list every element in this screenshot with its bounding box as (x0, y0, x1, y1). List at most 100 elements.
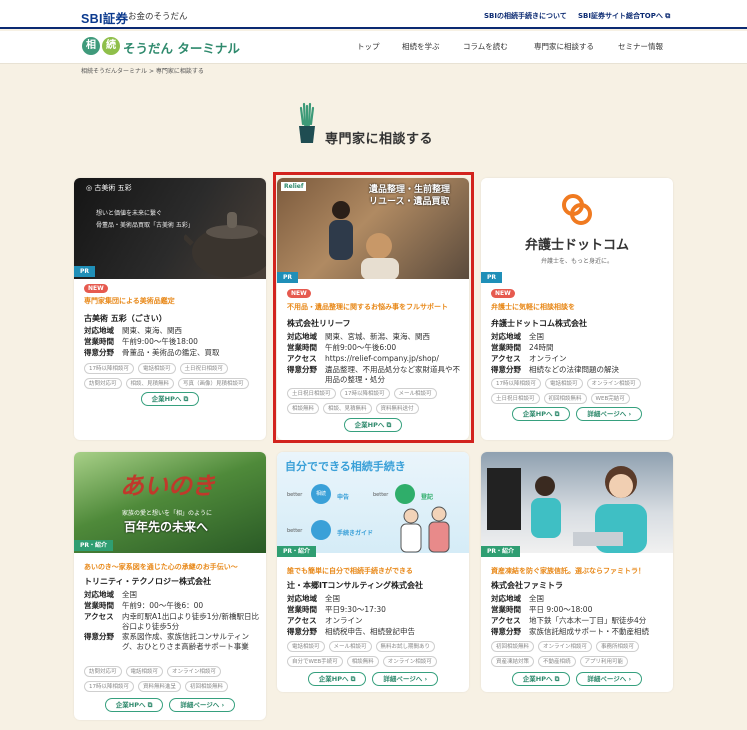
external-link-icon: ⧉ (183, 395, 189, 403)
thumb-line-1: 想いと価値を未来に繋ぐ (96, 210, 163, 217)
tag: 電話相談可 (545, 378, 583, 389)
tag: 電話相談可 (138, 363, 176, 374)
expert-card-ainoki[interactable]: あいのき 家族の愛と想いを「相」のように 百年先の未来へ PR・紹介 あいのき〜… (74, 452, 266, 720)
card-thumbnail[interactable]: 弁護士ドットコム 弁護士を、もっと身近に。 (481, 178, 673, 279)
card-title[interactable]: 資産凍結を防ぐ家族信託。選ぶならファミトラ！ (491, 566, 667, 576)
external-link-icon: ⧉ (147, 701, 153, 709)
tag: メール相談可 (328, 641, 372, 652)
company-hp-button[interactable]: 企業HPへ ⧉ (511, 407, 571, 421)
tag: オンライン相談可 (538, 641, 593, 652)
sbi-top-link[interactable]: SBI証券サイト総合TOPへ ⧉ (578, 11, 670, 21)
detail-page-button[interactable]: 詳細ページへ › (372, 672, 439, 686)
ainoki-logo: あいのき (120, 471, 216, 500)
info-access: アクセス 地下鉄「六本木一丁目」駅徒歩4分 (491, 616, 647, 625)
tag: 資料無料進呈 (138, 681, 182, 692)
tag: 資産凍結対策 (491, 656, 535, 667)
chevron-right-icon: › (424, 675, 428, 683)
card-title[interactable]: 専門家集団による美術品鑑定 (84, 296, 260, 306)
thumb-line-1: 家族の愛と想いを「相」のように (122, 510, 213, 517)
info-access: アクセス オンライン (287, 616, 363, 625)
tag: オンライン相談可 (586, 378, 641, 389)
tag: 訪問対応可 (84, 378, 122, 389)
company-hp-button[interactable]: 企業HPへ ⧉ (140, 392, 200, 406)
expert-card-bengo4[interactable]: 弁護士ドットコム 弁護士を、もっと身近に。 PR NEW 弁護士に気軽に相談相談… (481, 178, 673, 440)
new-badge: NEW (84, 284, 108, 293)
pr-badge: PR (74, 266, 96, 277)
detail-page-button[interactable]: 詳細ページへ › (169, 698, 236, 712)
logo-circle-2[interactable]: 続 (102, 37, 120, 55)
thumb-line-2: 骨董品・美術品買取「古美術 五彩」 (96, 222, 194, 229)
tag: 17時以降相談可 (84, 681, 134, 692)
nav-seminar[interactable]: セミナー情報 (618, 41, 663, 52)
company-hp-button[interactable]: 企業HPへ ⧉ (307, 672, 367, 686)
info-area: 対応地域 関東、東海、関西 (84, 326, 182, 335)
tag: 初回相談無料 (185, 681, 229, 692)
nav-learn[interactable]: 相続を学ぶ (402, 41, 440, 52)
card-thumbnail[interactable]: 自分でできる相続手続き better 相続 申告 better 登記 bette… (277, 452, 469, 553)
tag: 電話相談可 (287, 641, 325, 652)
nav-consult-expert[interactable]: 専門家に相談する (534, 41, 594, 52)
pr-badge: PR・紹介 (481, 546, 521, 557)
expert-card-gosai[interactable]: ◎ 古美術 五彩 想いと価値を未来に繋ぐ 骨董品・美術品買取「古美術 五彩」 P… (74, 178, 266, 440)
tag-list: 訪問対応可 電話相談可 オンライン相談可 17時以降相談可 資料無料進呈 初回相… (84, 666, 262, 692)
thumb-circle-blue (311, 520, 331, 540)
info-area: 対応地域 全国 (84, 590, 137, 599)
expert-card-tsujihongo[interactable]: 自分でできる相続手続き better 相続 申告 better 登記 bette… (277, 452, 469, 692)
breadcrumb-separator: > (148, 68, 154, 75)
thumb-headline: 自分でできる相続手続き (285, 460, 406, 473)
tag: オンライン相談可 (167, 666, 222, 677)
thumb-line-2: 百年先の未来へ (124, 520, 209, 534)
breadcrumb-home[interactable]: 相続そうだんターミナル (81, 68, 147, 75)
tag: 無料お試し期間あり (375, 641, 436, 652)
pr-badge: PR (481, 272, 503, 283)
selection-highlight (273, 172, 474, 443)
tag: WEB完結可 (590, 393, 630, 404)
thumb-circle-inherit: 相続 (311, 484, 331, 504)
company-hp-button[interactable]: 企業HPへ ⧉ (104, 698, 164, 712)
thumb-brand-3: better (287, 528, 303, 534)
plant-icon (299, 102, 315, 143)
thumb-circle-green (395, 484, 415, 504)
sbi-logo[interactable]: SBI証券 (81, 8, 128, 27)
info-area: 対応地域 全国 (491, 332, 544, 341)
card-title[interactable]: あいのき〜家系図を通じた心の承継のお手伝い〜 (84, 562, 260, 572)
card-thumbnail[interactable] (481, 452, 673, 553)
info-hours: 営業時間 平日 9:00〜18:00 (491, 605, 593, 614)
top-bar: SBI証券 お金のそうだん SBIの相続手続きについて SBI証券サイト総合TO… (0, 0, 747, 29)
detail-page-button[interactable]: 詳細ページへ › (576, 407, 643, 421)
nav-top[interactable]: トップ (357, 41, 380, 52)
expert-card-famitra[interactable]: PR・紹介 資産凍結を防ぐ家族信託。選ぶならファミトラ！ 株式会社ファミトラ 対… (481, 452, 673, 692)
new-badge: NEW (491, 289, 515, 298)
site-header: 相 続 そうだん ターミナル トップ 相続を学ぶ コラムを読む 専門家に相談する… (0, 31, 747, 64)
logo-circle-1[interactable]: 相 (82, 37, 100, 55)
tag: 17時以降相談可 (491, 378, 541, 389)
breadcrumb: 相続そうだんターミナル > 専門家に相談する (81, 66, 204, 75)
chevron-right-icon: › (221, 701, 225, 709)
card-thumbnail[interactable]: あいのき 家族の愛と想いを「相」のように 百年先の未来へ (74, 452, 266, 553)
company-name: 株式会社ファミトラ (491, 581, 563, 590)
sbi-inheritance-link[interactable]: SBIの相続手続きについて (484, 11, 567, 21)
detail-page-button[interactable]: 詳細ページへ › (576, 672, 643, 686)
operator-photo (487, 466, 647, 553)
tag: 電話相談可 (125, 666, 164, 677)
tag: 17時以降相談可 (84, 363, 134, 374)
company-hp-button[interactable]: 企業HPへ ⧉ (511, 672, 571, 686)
site-logo-text[interactable]: そうだん ターミナル (123, 38, 240, 57)
card-title[interactable]: 誰でも簡単に自分で相続手続きができる (287, 566, 463, 576)
tag: 自分でWEB手続可 (287, 656, 343, 667)
info-field: 得意分野 家系図作成、家族信託コンサルティング、おひとりさま高齢者サポート事業 (84, 632, 250, 651)
company-name: 古美術 五彩（ごさい） (84, 314, 167, 323)
nav-column[interactable]: コラムを読む (463, 41, 508, 52)
bengo4-logo-text: 弁護士ドットコム (524, 238, 629, 253)
tag: 初回相談無料 (491, 641, 535, 652)
info-area: 対応地域 全国 (491, 594, 544, 603)
tag: オンライン相談可 (382, 656, 437, 667)
chevron-right-icon: › (628, 410, 632, 418)
bengo4-logo-icon (562, 194, 592, 225)
company-name: 辻・本郷ITコンサルティング株式会社 (287, 581, 423, 590)
breadcrumb-current: 専門家に相談する (155, 68, 204, 75)
card-thumbnail[interactable]: ◎ 古美術 五彩 想いと価値を未来に繋ぐ 骨董品・美術品買取「古美術 五彩」 (74, 178, 266, 279)
info-area: 対応地域 全国 (287, 594, 340, 603)
info-access: アクセス オンライン (491, 354, 567, 363)
card-title[interactable]: 弁護士に気軽に相談相談を (491, 302, 667, 312)
